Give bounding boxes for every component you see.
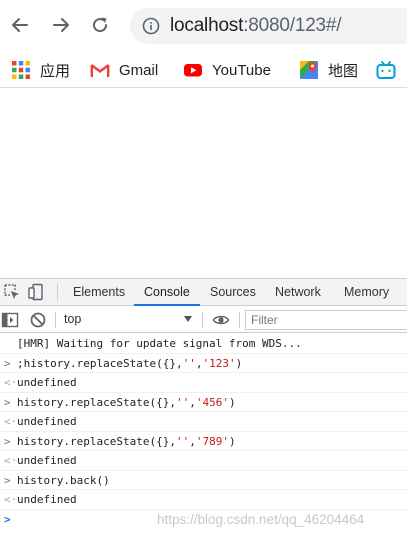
output-arrow-icon: <· bbox=[4, 454, 18, 467]
console-text: history.back() bbox=[17, 473, 110, 487]
sidebar-toggle-icon[interactable] bbox=[1, 311, 19, 329]
forward-button[interactable] bbox=[47, 11, 75, 39]
bookmark-gmail[interactable]: Gmail bbox=[90, 58, 158, 82]
console-text: undefined bbox=[17, 493, 77, 506]
back-button[interactable] bbox=[6, 11, 34, 39]
console-text: history.replaceState({},'','789') bbox=[17, 434, 236, 448]
device-toolbar-icon[interactable] bbox=[27, 283, 45, 301]
console-text: history.replaceState({},'','456') bbox=[17, 395, 236, 409]
maps-icon bbox=[300, 61, 318, 79]
bilibili-icon bbox=[376, 61, 396, 79]
divider bbox=[57, 284, 58, 301]
url-text[interactable]: localhost:8080/123#/ bbox=[170, 15, 342, 37]
tab-console[interactable]: Console bbox=[134, 279, 200, 306]
console-input-line: > ;history.replaceState({},'','123') bbox=[0, 354, 407, 373]
apps-grid-icon bbox=[12, 61, 30, 79]
console-output-line: <· undefined bbox=[0, 373, 407, 393]
console-toolbar: top bbox=[0, 307, 407, 333]
bookmark-label: 地图 bbox=[328, 62, 359, 80]
console-input-line: > history.back() bbox=[0, 471, 407, 490]
inspect-element-icon[interactable] bbox=[3, 283, 21, 301]
output-arrow-icon: <· bbox=[4, 493, 18, 506]
console-input-line: > history.replaceState({},'','456') bbox=[0, 393, 407, 412]
youtube-icon bbox=[184, 64, 202, 77]
filter-box[interactable] bbox=[245, 310, 407, 330]
divider bbox=[202, 312, 203, 328]
tab-sources[interactable]: Sources bbox=[210, 279, 256, 306]
console-text: undefined bbox=[17, 376, 77, 389]
context-value: top bbox=[64, 312, 82, 326]
dropdown-arrow-icon bbox=[184, 316, 192, 322]
input-prompt-icon: > bbox=[4, 434, 11, 448]
tab-elements[interactable]: Elements bbox=[73, 279, 125, 306]
bookmark-label: 应用 bbox=[40, 62, 71, 80]
gmail-icon bbox=[90, 64, 110, 77]
console-output-line: <· undefined bbox=[0, 490, 407, 510]
console-text: undefined bbox=[17, 415, 77, 428]
bookmark-label: YouTube bbox=[212, 61, 271, 79]
bookmark-maps[interactable]: 地图 bbox=[299, 58, 358, 82]
reload-button[interactable] bbox=[86, 11, 114, 39]
url-host: localhost bbox=[170, 15, 244, 36]
bookmark-youtube[interactable]: YouTube bbox=[183, 58, 271, 82]
devtools-panel: Elements Console Sources Network Memory … bbox=[0, 278, 407, 540]
page-content bbox=[0, 89, 407, 278]
watermark: https://blog.csdn.net/qq_46204464 bbox=[157, 512, 365, 527]
console-message: [HMR] Waiting for update signal from WDS… bbox=[0, 334, 407, 354]
console-output-line: <· undefined bbox=[0, 451, 407, 471]
input-prompt-icon: > bbox=[4, 473, 11, 487]
browser-toolbar: localhost:8080/123#/ bbox=[0, 0, 407, 52]
bookmark-label: Gmail bbox=[119, 61, 159, 79]
console-output-line: <· undefined bbox=[0, 412, 407, 432]
bookmark-bilibili[interactable] bbox=[376, 58, 405, 82]
tab-network[interactable]: Network bbox=[275, 279, 321, 306]
input-prompt-icon: > bbox=[4, 395, 11, 409]
info-icon[interactable] bbox=[142, 17, 160, 35]
prompt-chevron-icon: > bbox=[4, 512, 11, 526]
url-path: :8080/123#/ bbox=[243, 15, 342, 36]
input-prompt-icon: > bbox=[4, 356, 11, 370]
devtools-tab-bar: Elements Console Sources Network Memory bbox=[0, 279, 407, 306]
tab-memory[interactable]: Memory bbox=[344, 279, 389, 306]
address-bar[interactable]: localhost:8080/123#/ bbox=[130, 8, 407, 44]
bookmarks-bar: 应用 Gmail YouTube 地图 bbox=[0, 52, 407, 88]
console-text: ;history.replaceState({},'','123') bbox=[17, 356, 243, 370]
output-arrow-icon: <· bbox=[4, 415, 18, 428]
divider bbox=[239, 312, 240, 328]
arrow-left-icon bbox=[12, 18, 28, 32]
reload-icon bbox=[93, 17, 108, 33]
console-text: undefined bbox=[17, 454, 77, 467]
clear-console-icon[interactable] bbox=[29, 311, 47, 329]
output-arrow-icon: <· bbox=[4, 376, 18, 389]
bookmark-apps[interactable]: 应用 bbox=[11, 58, 70, 82]
context-selector[interactable]: top bbox=[56, 307, 198, 332]
filter-input[interactable] bbox=[246, 311, 407, 329]
console-log: [HMR] Waiting for update signal from WDS… bbox=[0, 334, 407, 540]
eye-icon[interactable] bbox=[212, 311, 230, 329]
arrow-right-icon bbox=[53, 18, 69, 32]
console-input-line: > history.replaceState({},'','789') bbox=[0, 432, 407, 451]
console-text: [HMR] Waiting for update signal from WDS… bbox=[17, 337, 302, 350]
